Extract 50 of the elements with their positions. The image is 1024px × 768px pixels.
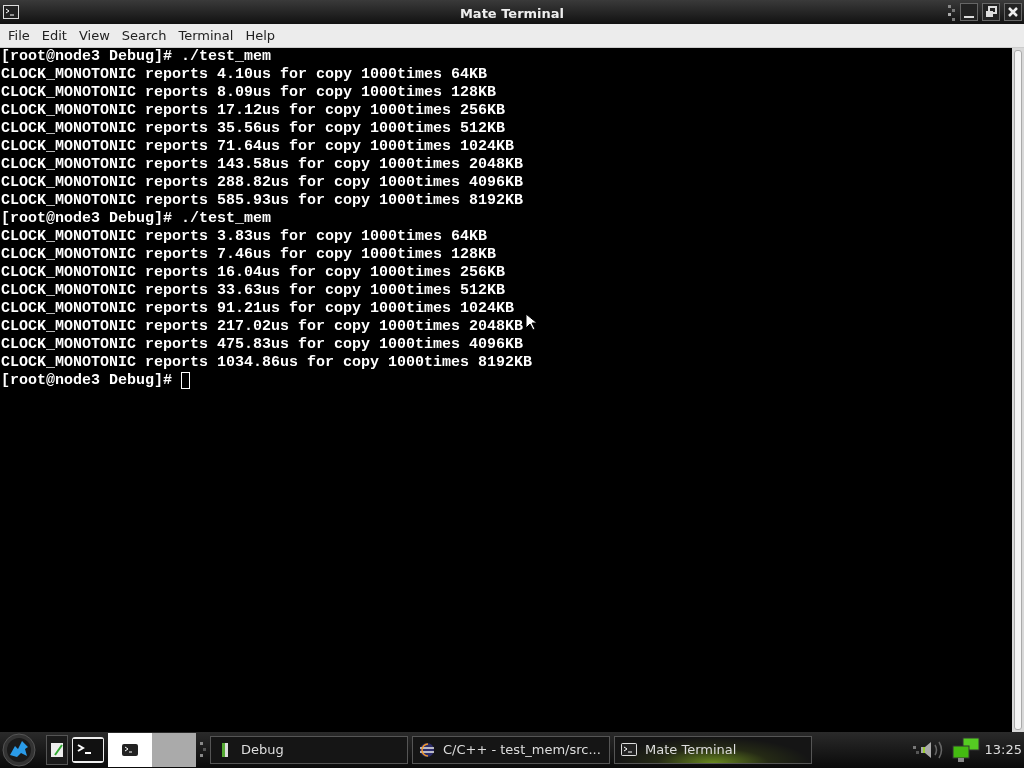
terminal-line: CLOCK_MONOTONIC reports 35.56us for copy 1000times 512KB — [1, 120, 506, 138]
minimize-button[interactable] — [960, 3, 978, 21]
terminal-line: CLOCK_MONOTONIC reports 8.09us for copy 1000times 128KB — [1, 84, 497, 102]
menu-item[interactable]: Terminal — [172, 25, 240, 46]
task-button[interactable]: Debug — [210, 736, 408, 764]
menu-item[interactable]: Search — [115, 25, 173, 46]
workspace[interactable] — [108, 733, 152, 767]
restore-icon — [985, 6, 997, 18]
window-title: Mate Terminal — [459, 5, 565, 23]
terminal-line: CLOCK_MONOTONIC reports 33.63us for copy 1000times 512KB — [1, 282, 506, 300]
task-button[interactable]: Mate Terminal — [614, 736, 812, 764]
folder-icon — [222, 743, 228, 757]
terminal-window-icon — [122, 744, 138, 756]
terminal-icon — [621, 742, 637, 758]
terminal-line: [root@node3 Debug]# ./test_mem — [1, 48, 272, 66]
menu-item[interactable]: Help — [239, 25, 282, 46]
terminal-line: CLOCK_MONOTONIC reports 91.21us for copy 1000times 1024KB — [1, 300, 515, 318]
terminal-line: CLOCK_MONOTONIC reports 288.82us for copy 1000times 4096KB — [1, 174, 524, 192]
terminal-launcher-icon[interactable] — [72, 735, 104, 765]
menu-item[interactable]: File — [2, 25, 36, 46]
terminal-line: CLOCK_MONOTONIC reports 71.64us for copy 1000times 1024KB — [1, 138, 515, 156]
terminal-line: CLOCK_MONOTONIC reports 16.04us for copy 1000times 256KB — [1, 264, 506, 282]
grip-icon — [200, 741, 206, 759]
terminal-line: CLOCK_MONOTONIC reports 7.46us for copy 1000times 128KB — [1, 246, 497, 264]
text-cursor — [181, 372, 191, 389]
terminal-line: CLOCK_MONOTONIC reports 585.93us for copy 1000times 8192KB — [1, 192, 524, 210]
terminal-line: CLOCK_MONOTONIC reports 3.83us for copy 1000times 64KB — [1, 228, 488, 246]
terminal-line: CLOCK_MONOTONIC reports 17.12us for copy 1000times 256KB — [1, 102, 506, 120]
clock[interactable]: 13:25 — [984, 740, 1022, 760]
text-editor-icon[interactable] — [46, 735, 68, 765]
terminal-line: CLOCK_MONOTONIC reports 1034.86us for copy 1000times 8192KB — [1, 354, 533, 372]
maximize-button[interactable] — [982, 3, 1000, 21]
terminal-icon — [3, 5, 19, 19]
terminal-line: CLOCK_MONOTONIC reports 143.58us for copy 1000times 2048KB — [1, 156, 524, 174]
menu-orb-icon[interactable] — [2, 733, 36, 767]
terminal-line: CLOCK_MONOTONIC reports 475.83us for copy 1000times 4096KB — [1, 336, 524, 354]
terminal-line: [root@node3 Debug]# ./test_mem — [1, 210, 272, 228]
terminal-line: CLOCK_MONOTONIC reports 4.10us for copy 1000times 64KB — [1, 66, 488, 84]
task-button[interactable]: C/C++ - test_mem/src... — [412, 736, 610, 764]
close-icon — [1007, 6, 1019, 18]
terminal-line: CLOCK_MONOTONIC reports 217.02us for copy 1000times 2048KB — [1, 318, 524, 336]
minimize-icon — [964, 15, 974, 18]
menu-item[interactable]: View — [72, 25, 116, 46]
prompt: [root@node3 Debug]# — [1, 372, 174, 390]
ide-icon — [419, 742, 435, 758]
network-icon[interactable] — [950, 737, 981, 763]
close-button[interactable] — [1004, 3, 1022, 21]
mouse-pointer-icon — [525, 313, 537, 331]
grip-icon — [948, 3, 956, 21]
menu-item[interactable]: Edit — [35, 25, 73, 46]
